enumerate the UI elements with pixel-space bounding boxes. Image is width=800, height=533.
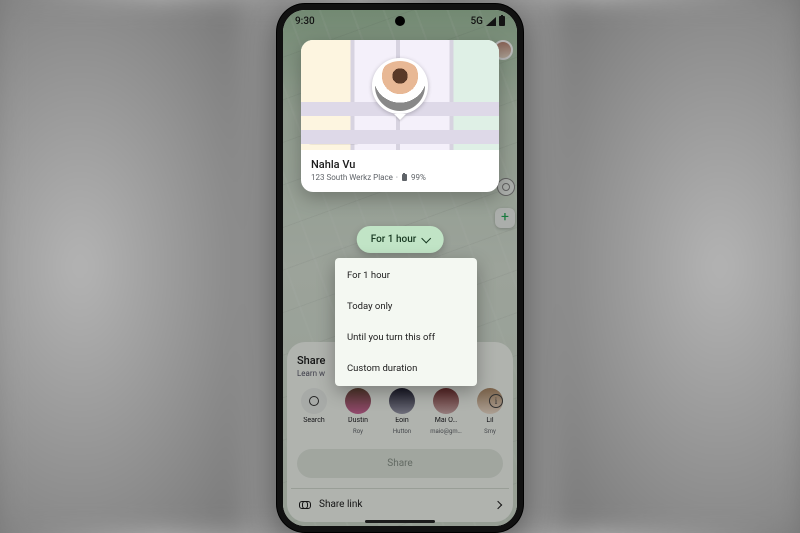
google-maps-icon bbox=[349, 134, 355, 142]
screen: + 9:30 5G Share Learn w i Search Dusti bbox=[283, 10, 517, 526]
map-pin-icon bbox=[394, 114, 406, 126]
duration-label: For 1 hour bbox=[371, 234, 417, 245]
card-map-preview: Powered by bbox=[301, 40, 499, 150]
battery-icon bbox=[402, 174, 407, 181]
user-location-details: 123 South Werkz Place · 99% bbox=[311, 173, 489, 182]
menu-item-custom[interactable]: Custom duration bbox=[335, 353, 477, 384]
chevron-down-icon bbox=[421, 233, 431, 243]
phone-frame: + 9:30 5G Share Learn w i Search Dusti bbox=[277, 4, 523, 532]
menu-item-1hour[interactable]: For 1 hour bbox=[335, 260, 477, 291]
menu-item-today[interactable]: Today only bbox=[335, 291, 477, 322]
user-avatar bbox=[372, 58, 428, 114]
location-card: Powered by Nahla Vu 123 South Werkz Plac… bbox=[301, 40, 499, 192]
powered-by-badge: Powered by bbox=[307, 132, 360, 144]
menu-item-until-off[interactable]: Until you turn this off bbox=[335, 322, 477, 353]
user-name: Nahla Vu bbox=[311, 158, 489, 171]
home-indicator[interactable] bbox=[365, 520, 435, 523]
duration-menu: For 1 hour Today only Until you turn thi… bbox=[335, 258, 477, 386]
camera-punch-hole bbox=[395, 16, 405, 26]
duration-selector[interactable]: For 1 hour bbox=[357, 226, 444, 253]
